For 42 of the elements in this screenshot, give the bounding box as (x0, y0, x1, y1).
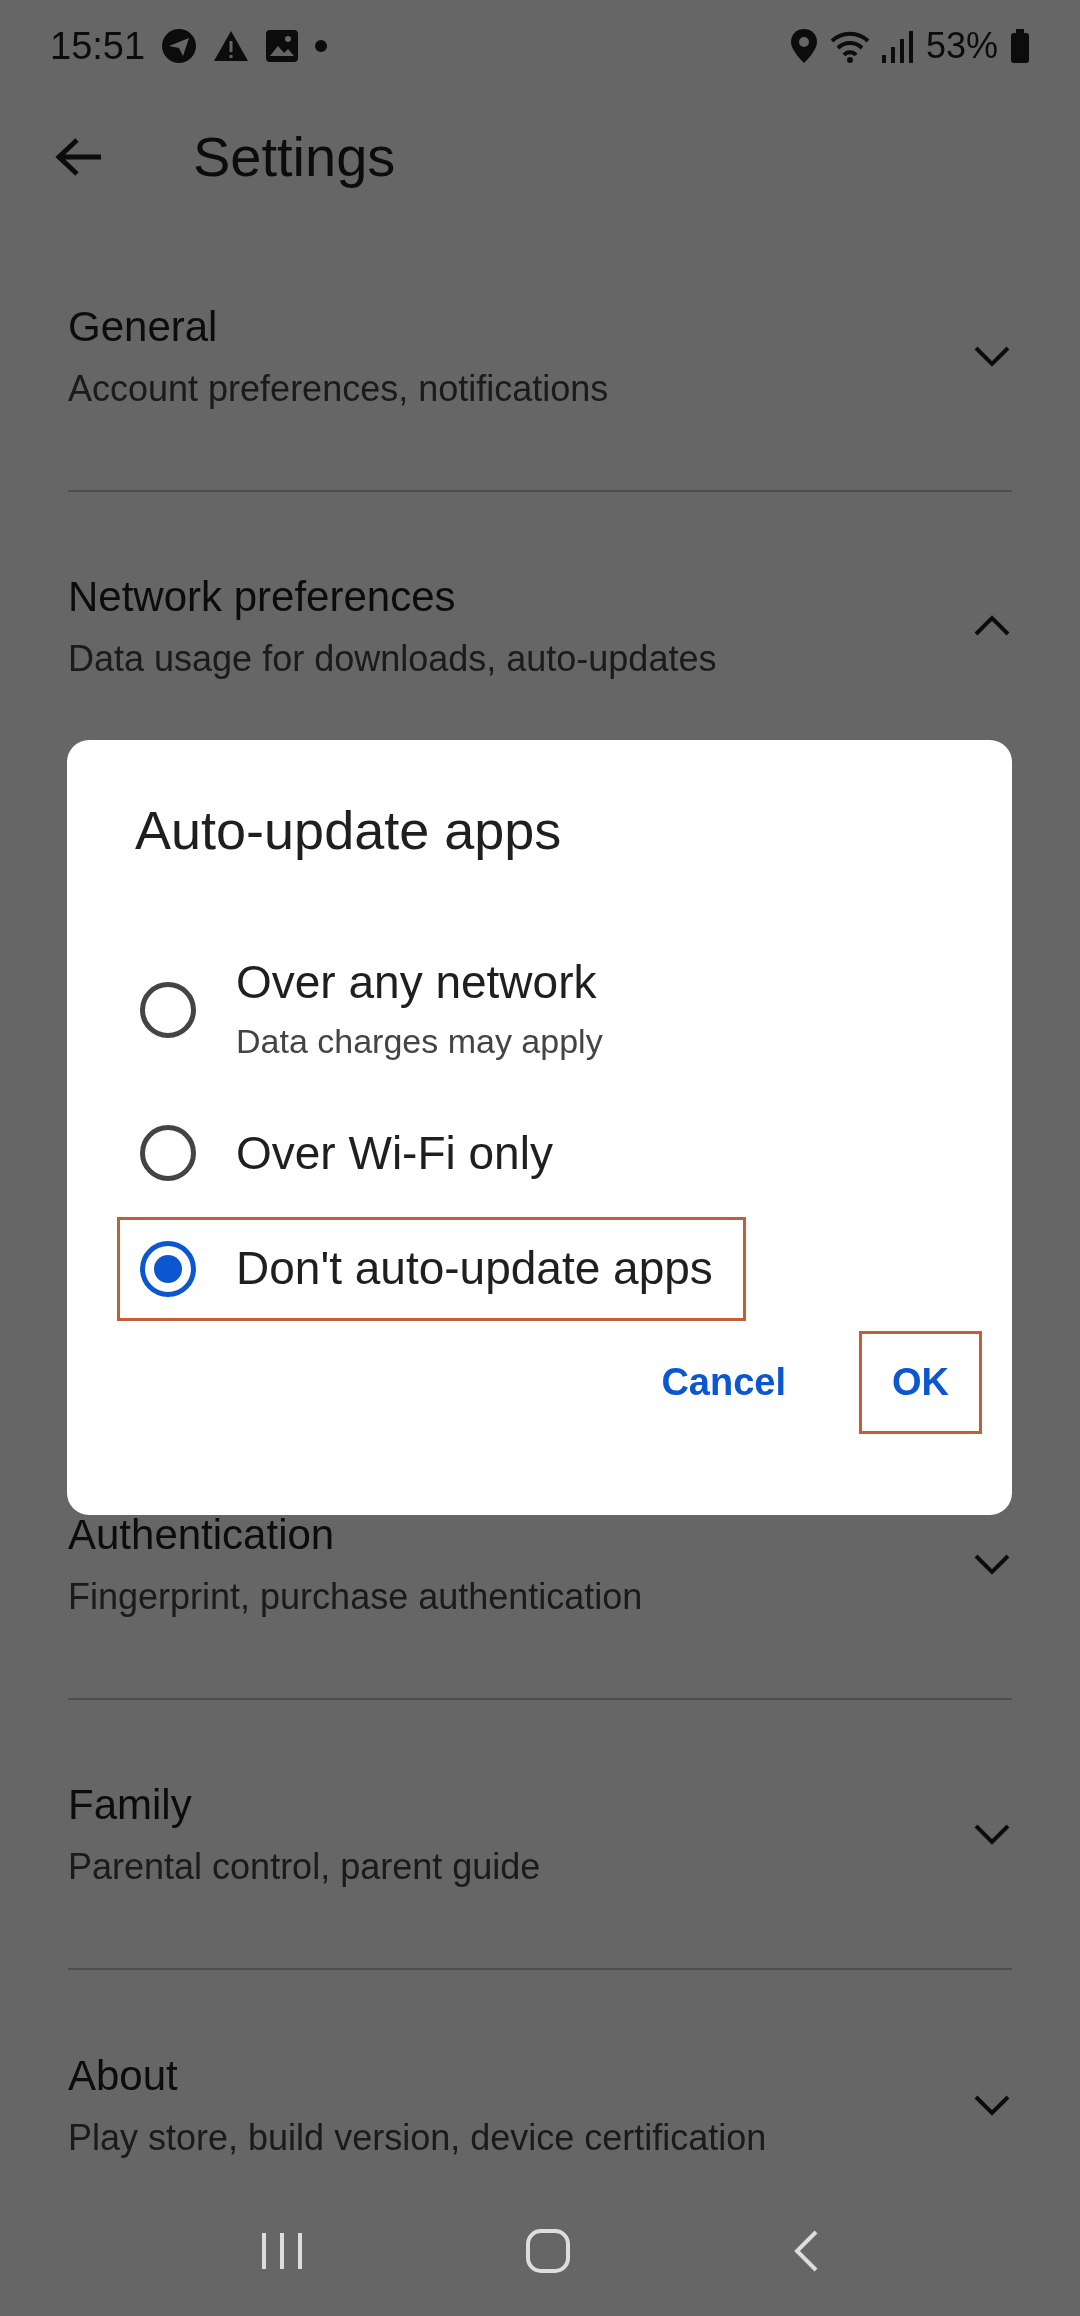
chevron-up-icon (972, 614, 1012, 638)
back-arrow-icon[interactable] (55, 137, 103, 177)
radio-unchecked[interactable] (140, 1125, 196, 1182)
option-label: Over any network (236, 955, 598, 1010)
radio-option[interactable]: Over Wi-Fi only (117, 1101, 586, 1205)
section-title: General (68, 302, 219, 353)
chevron-down-icon (972, 1552, 1012, 1576)
battery-icon (1010, 29, 1030, 63)
radio-option[interactable]: Over any network Data charges may apply (117, 931, 636, 1090)
dialog-button[interactable]: OK (859, 1330, 982, 1434)
section-subtitle: Play store, build version, device certification (68, 2115, 767, 2160)
chevron-down-icon (972, 2093, 1012, 2117)
section-title: Family (68, 1780, 193, 1831)
dot-icon (315, 40, 328, 52)
section-subtitle: Account preferences, notifications (68, 366, 609, 411)
radio-checked[interactable] (140, 1240, 196, 1297)
dialog-button[interactable]: Cancel (628, 1330, 819, 1434)
warning-icon (213, 29, 250, 63)
chevron-down-icon (972, 1822, 1012, 1846)
recent-apps-icon[interactable] (260, 2231, 305, 2271)
section-subtitle: Data usage for downloads, auto-updates (68, 636, 717, 681)
home-icon[interactable] (525, 2228, 571, 2274)
send-icon (161, 28, 198, 64)
wifi-icon (829, 29, 870, 63)
image-icon (265, 29, 300, 63)
section-subtitle: Fingerprint, purchase authentication (68, 1574, 643, 1619)
radio-option[interactable]: Don't auto-update apps (117, 1217, 746, 1321)
battery-percent: 53% (925, 24, 998, 68)
option-label: Over Wi-Fi only (236, 1125, 553, 1181)
status-time: 15:51 (50, 23, 146, 69)
page-title: Settings (193, 124, 396, 190)
option-hint: Data charges may apply (236, 1020, 603, 1062)
section-subtitle: Parental control, parent guide (68, 1844, 541, 1889)
signal-icon (881, 29, 914, 63)
dialog-title: Auto-update apps (135, 799, 563, 862)
section-title: Network preferences (68, 572, 457, 623)
location-icon (789, 28, 818, 64)
chevron-down-icon (972, 344, 1012, 368)
section-title: About (68, 2051, 179, 2102)
radio-unchecked[interactable] (140, 982, 196, 1039)
section-title: Authentication (68, 1510, 336, 1561)
option-label: Don't auto-update apps (236, 1241, 713, 1296)
